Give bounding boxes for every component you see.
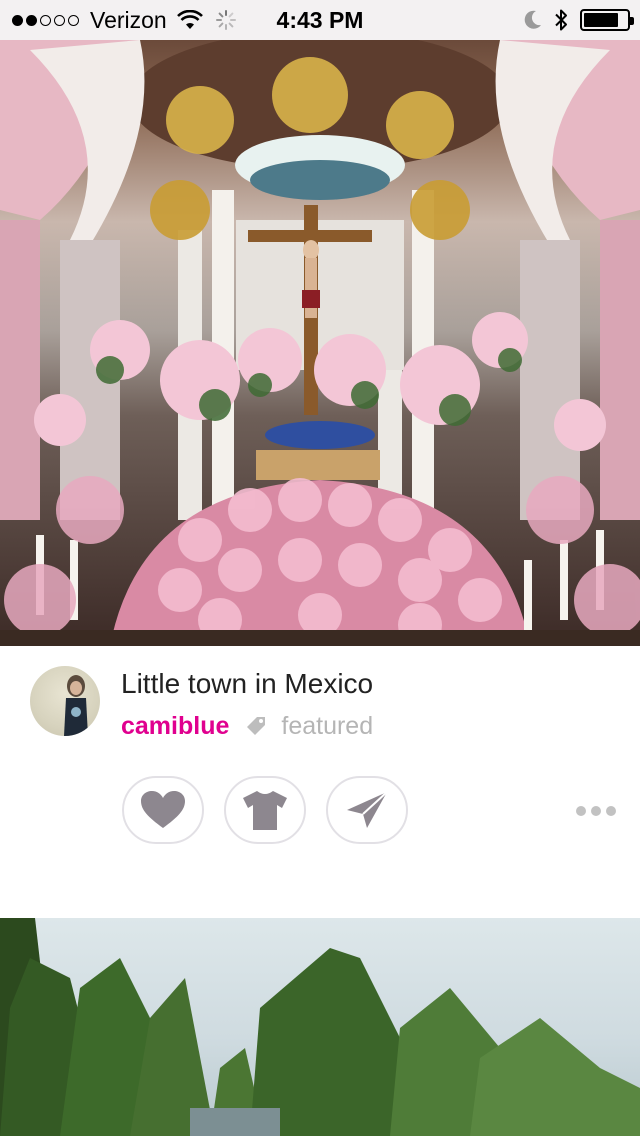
more-dot [576,806,586,816]
tshirt-icon [243,791,287,830]
more-options-button[interactable] [576,804,616,818]
status-right [524,0,634,40]
battery-icon [580,9,634,31]
battery-nub [630,17,634,25]
bluetooth-icon [555,9,567,31]
username-link[interactable]: camiblue [121,712,229,741]
user-avatar[interactable] [30,666,100,736]
signal-dot [26,14,37,26]
shirt-button[interactable] [224,776,306,844]
altar-photo-illustration [0,40,640,646]
tag-link[interactable]: featured [281,712,373,741]
signal-dot [12,14,23,26]
share-button[interactable] [326,776,408,844]
signal-dot [40,14,51,26]
post-card: Little town in Mexico camiblue featured [0,646,640,918]
paper-plane-icon [347,791,388,828]
cellular-signal-icon [12,14,82,26]
activity-spinner-icon [215,10,236,30]
trees-photo-illustration [0,918,640,1136]
like-button[interactable] [122,776,204,844]
wifi-icon [176,10,203,29]
more-dot [591,806,601,816]
heart-icon [141,791,185,828]
post-title: Little town in Mexico [121,668,374,699]
avatar-portrait-icon [64,675,88,736]
status-left: Verizon [12,0,237,40]
carrier-name: Verizon [90,6,167,33]
do-not-disturb-moon-icon [524,10,541,29]
next-post-photo[interactable] [0,918,640,1136]
signal-dot [68,14,79,26]
signal-dot [54,14,65,26]
more-dot [606,806,616,816]
status-bar: Verizon 4:43 PM [0,0,640,40]
post-meta-row: camiblue featured [121,710,373,742]
tag-icon [247,717,266,735]
battery-fill [584,13,618,27]
post-photo[interactable] [0,40,640,646]
